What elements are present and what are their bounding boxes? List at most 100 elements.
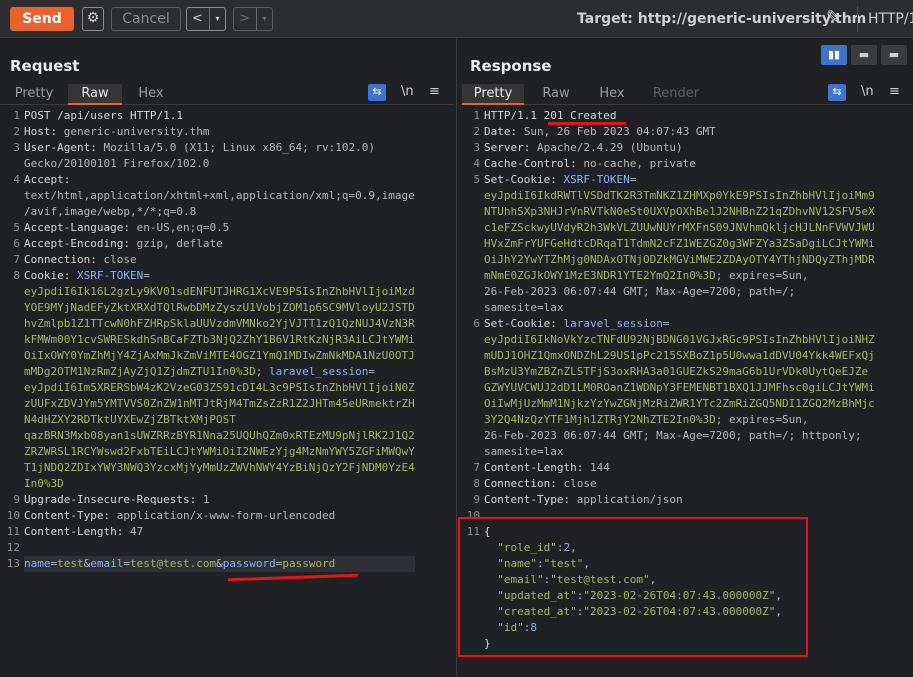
code-token: samesite=lax — [484, 301, 564, 314]
layout-side-by-side-icon[interactable]: ▮▮ — [821, 45, 847, 65]
line-number — [460, 220, 480, 236]
code-line: name=test&email=test@test.com&password=p… — [24, 556, 415, 572]
line-number — [0, 348, 20, 364]
line-number — [0, 300, 20, 316]
code-token: = — [368, 365, 376, 378]
request-tab-raw[interactable]: Raw — [68, 84, 122, 105]
code-token: ; — [255, 365, 270, 378]
settings-gear-icon[interactable]: ⚙ — [82, 7, 104, 31]
code-line: Server: Apache/2.4.29 (Ubuntu) — [484, 140, 875, 156]
line-number — [0, 412, 20, 428]
http-version-selector[interactable]: HTTP/1 — [868, 11, 913, 27]
code-token: Mozilla/5.0 (X11; Linux x86_64; rv:102.0… — [103, 141, 376, 154]
line-number: 6 — [473, 317, 480, 330]
response-tabs: Pretty Raw Hex Render ⇆ \n ≡ — [460, 83, 913, 105]
line-number: 12 — [6, 541, 20, 554]
code-line: mNmE0ZGJkOWY1MzE3NDR1YTE2YmQ2In0%3D; exp… — [484, 268, 875, 284]
code-token: mMDg2OTM1NzRmZjAyZjQ1ZjdmZTU1In0%3D — [24, 365, 256, 378]
code-token: = — [662, 317, 670, 330]
show-newlines-icon[interactable]: \n — [401, 84, 414, 99]
code-token: Server: — [484, 141, 537, 154]
line-number: 13 — [6, 557, 20, 570]
layout-buttons: ▮▮ ▬ ▬ — [821, 45, 913, 65]
back-history-button[interactable]: < ▾ — [186, 7, 226, 31]
edit-target-pencil-icon[interactable]: ✎ — [826, 7, 841, 28]
response-tab-render[interactable]: Render — [652, 84, 700, 105]
code-line: Host: generic-university.thm — [24, 124, 415, 140]
line-number — [460, 204, 480, 220]
status-highlight-underline — [548, 122, 626, 125]
request-tab-pretty[interactable]: Pretty — [10, 84, 58, 105]
code-line: OiJhY2YwYTZhMjg0NDAxOTNjODZkMGViMWE2ZDAy… — [484, 252, 875, 268]
code-line: In0%3D — [24, 476, 415, 492]
code-token: OiIxOWY0YmZhMjY4ZjAxMmJkZmViMTE4OGZ1YmQ1… — [24, 349, 415, 362]
back-dropdown-icon[interactable]: ▾ — [209, 8, 225, 30]
line-number: 4 — [13, 173, 20, 186]
code-token: generic-university.thm — [63, 125, 210, 138]
code-token: Cookie: — [24, 269, 77, 282]
line-number — [460, 412, 480, 428]
code-token: In0%3D — [24, 477, 64, 490]
burp-repeater-window: Send ⚙ Cancel < ▾ > ▾ Target: http://gen… — [0, 0, 913, 677]
code-token: 47 — [129, 525, 144, 538]
response-word-wrap-icon[interactable]: ⇆ — [828, 84, 846, 101]
forward-dropdown-icon[interactable]: ▾ — [256, 8, 272, 30]
code-token: name — [24, 557, 51, 570]
code-line: OiIwMjUzMmM1NjkzYzYwZGNjMzRiZWR1YTc2ZmRi… — [484, 396, 875, 412]
send-button[interactable]: Send — [10, 7, 74, 31]
code-token: Connection: — [484, 477, 564, 490]
code-token: Content-Type: — [24, 509, 117, 522]
code-line: eyJpdiI6IkdRWTlVSDdTK2R3TmNKZ1ZHMXp0YkE9… — [484, 188, 875, 204]
layout-single-icon[interactable]: ▬ — [881, 45, 907, 65]
code-token: Host: — [24, 125, 64, 138]
response-menu-icon[interactable]: ≡ — [889, 84, 900, 99]
request-menu-icon[interactable]: ≡ — [429, 84, 440, 99]
line-number — [0, 156, 20, 172]
line-number — [0, 364, 20, 380]
line-number: 7 — [473, 461, 480, 474]
line-number — [460, 364, 480, 380]
line-number — [460, 332, 480, 348]
code-line: 26-Feb-2023 06:07:44 GMT; Max-Age=7200; … — [484, 284, 875, 300]
code-token: samesite=lax — [484, 445, 564, 458]
line-number: 9 — [13, 493, 20, 506]
line-number: 4 — [473, 157, 480, 170]
cancel-button[interactable]: Cancel — [111, 7, 181, 31]
forward-history-button[interactable]: > ▾ — [233, 7, 273, 31]
code-token: close — [103, 253, 137, 266]
pane-divider[interactable] — [456, 39, 457, 677]
code-token: eyJpdiI6IkNoVkYzcTNFdU92NjBDNG01VGJxRGc9… — [484, 333, 875, 346]
code-token: zUUFxZDVJYm5YMTVVS0ZnZW1nMTJtRjM4TmZsZzR… — [24, 397, 415, 410]
code-token: password — [282, 557, 336, 570]
line-number — [0, 396, 20, 412]
code-token: 144 — [589, 461, 610, 474]
code-line: Cache-Control: no-cache, private — [484, 156, 875, 172]
code-line: Accept: — [24, 172, 415, 188]
response-tab-pretty[interactable]: Pretty — [462, 84, 524, 105]
code-token: POST /api/users HTTP/1.1 — [24, 109, 183, 122]
line-number — [460, 236, 480, 252]
code-token: 1 — [202, 493, 210, 506]
layout-stacked-icon[interactable]: ▬ — [851, 45, 877, 65]
code-token: /avif,image/webp,*/*;q=0.8 — [24, 205, 197, 218]
request-tab-hex[interactable]: Hex — [128, 84, 174, 105]
line-number — [460, 396, 480, 412]
code-token: laravel_session — [563, 317, 663, 330]
code-token: qazBRN3Mxb08yan1sUWZRRzBYR1Nna25UQUhQZm0… — [24, 429, 415, 442]
request-line-numbers: 1 2 3 4 5 6 7 8 9 10 11 12 13 — [0, 108, 20, 572]
line-number — [460, 284, 480, 300]
code-token: email — [90, 557, 124, 570]
code-token: NTUhhSXp3NHJrVnRVTkN0eSt0UXVpOXhBe1J2NHB… — [484, 205, 875, 218]
code-token: application/x-www-form-urlencoded — [116, 509, 336, 522]
code-token: YOE9MYjNadEFyZktXRXdTQlRwbDMzZyszU1VobjZ… — [24, 301, 415, 314]
response-show-newlines-icon[interactable]: \n — [861, 84, 874, 99]
response-tab-hex[interactable]: Hex — [598, 84, 626, 105]
line-number: 8 — [473, 477, 480, 490]
code-token: no-cache, private — [583, 157, 696, 170]
word-wrap-icon[interactable]: ⇆ — [368, 84, 386, 101]
back-arrow-icon: < — [192, 11, 203, 26]
response-tab-raw[interactable]: Raw — [540, 84, 572, 105]
code-token: mNmE0ZGJkOWY1MzE3NDR1YTE2YmQ2In0%3D — [484, 269, 716, 282]
code-token: Date: — [484, 125, 524, 138]
